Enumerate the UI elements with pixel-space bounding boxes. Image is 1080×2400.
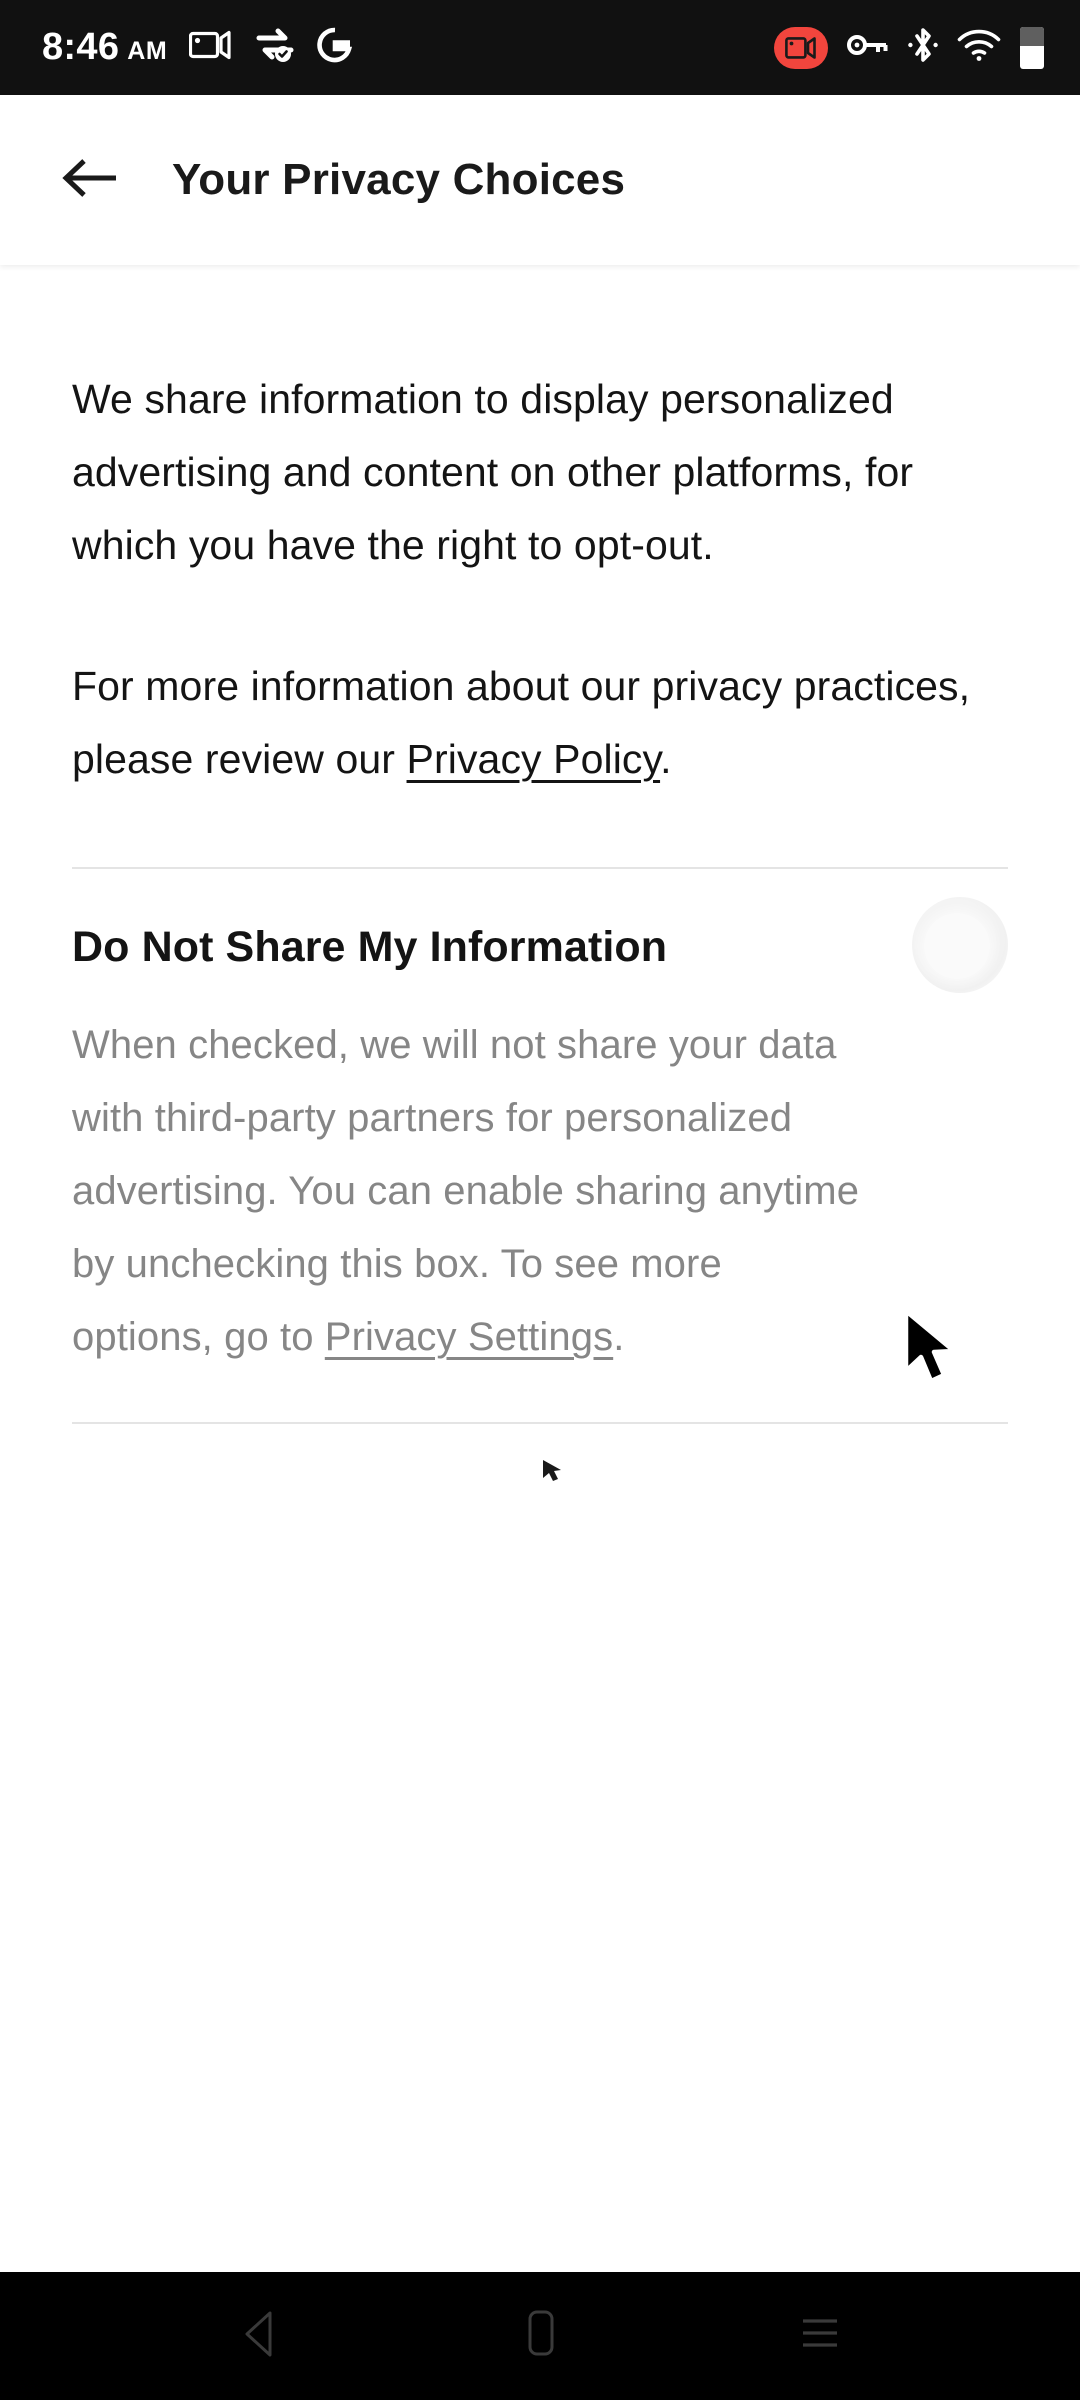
battery-icon [1020, 26, 1044, 69]
intro-paragraph: We share information to display personal… [72, 376, 914, 568]
data-sync-check-icon [255, 27, 295, 68]
status-bar-right [774, 25, 1044, 70]
do-not-share-description-prefix: When checked, we will not share your dat… [72, 1023, 860, 1359]
recents-lines-icon [796, 2312, 844, 2361]
do-not-share-section: Do Not Share My Information When checked… [72, 869, 1008, 1374]
clock-ampm: AM [127, 37, 168, 65]
content-area: We share information to display personal… [0, 265, 1080, 2272]
phone-screen: 8:46 AM Your Privacy Choices We share in… [0, 0, 1080, 2400]
wifi-icon [957, 28, 1001, 67]
nav-back-button[interactable] [200, 2276, 320, 2396]
do-not-share-title: Do Not Share My Information [72, 923, 668, 971]
status-bar-clock: 8:46 AM [42, 26, 167, 69]
privacy-settings-link[interactable]: Privacy Settings [325, 1315, 613, 1359]
screen-recording-active-icon [774, 26, 828, 69]
back-button[interactable] [42, 132, 138, 228]
do-not-share-description: When checked, we will not share your dat… [72, 999, 862, 1374]
google-g-icon [317, 27, 353, 68]
nav-home-button[interactable] [480, 2276, 600, 2396]
do-not-share-description-suffix: . [613, 1315, 625, 1359]
arrow-left-icon [62, 157, 118, 204]
battery-level-fill [1020, 26, 1044, 47]
clock-time: 8:46 [42, 26, 120, 68]
system-navigation-bar [0, 2272, 1080, 2400]
status-bar: 8:46 AM [0, 0, 1080, 95]
privacy-policy-paragraph-suffix: . [660, 736, 672, 782]
back-triangle-icon [237, 2309, 283, 2364]
nav-recents-button[interactable] [760, 2276, 880, 2396]
screen-record-video-icon [189, 29, 233, 66]
app-bar: Your Privacy Choices [0, 95, 1080, 265]
checkbox-box [938, 923, 982, 967]
bluetooth-icon [908, 25, 938, 70]
divider-bottom [72, 1422, 1008, 1424]
home-square-icon [518, 2307, 562, 2366]
privacy-policy-paragraph: For more information about our privacy p… [72, 582, 1008, 796]
vpn-key-icon [847, 33, 889, 62]
mouse-cursor-artifact [540, 1458, 566, 1489]
do-not-share-header-row: Do Not Share My Information [72, 897, 1008, 999]
status-bar-left: 8:46 AM [42, 26, 774, 69]
privacy-policy-link[interactable]: Privacy Policy [407, 736, 661, 782]
do-not-share-my-information-checkbox[interactable] [906, 891, 1014, 999]
page-title: Your Privacy Choices [172, 155, 626, 204]
